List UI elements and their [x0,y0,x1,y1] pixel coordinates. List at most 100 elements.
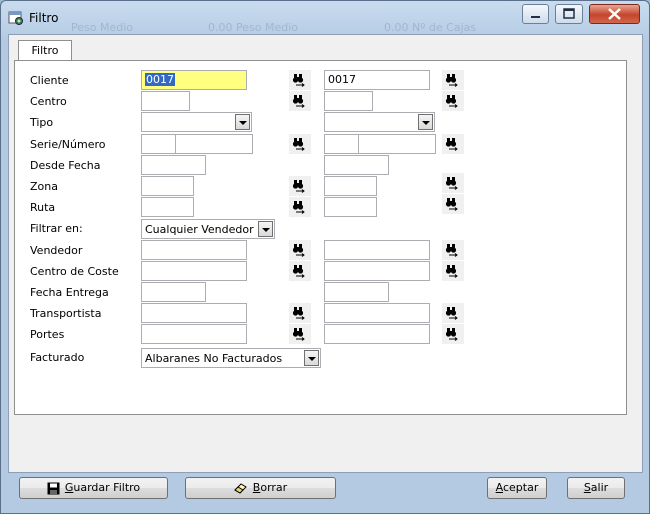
background-text: Peso Medio [71,21,133,34]
transportista-to-field[interactable] [324,303,430,323]
binoculars-icon [292,95,305,108]
close-button[interactable] [589,4,640,24]
cliente-to-field[interactable]: 0017 [324,70,430,90]
filtrar-en-select[interactable]: Cualquier Vendedor [141,219,275,239]
chevron-down-icon [418,114,433,130]
vendedor-to-field[interactable] [324,240,430,260]
title-bar[interactable]: Filtro Peso Medio 0.00 Peso Medio 0.00 N… [1,1,649,34]
search-button[interactable] [289,91,311,111]
chevron-down-icon [235,114,250,130]
search-button[interactable] [289,176,311,196]
search-button[interactable] [442,70,464,90]
search-button[interactable] [442,91,464,111]
centro-coste-from-field[interactable] [141,261,247,281]
ruta-to-field[interactable] [324,197,377,217]
search-button[interactable] [442,324,464,344]
dialog-body: Filtro Cliente Centro Tipo Serie/Número … [8,34,643,473]
portes-to-field[interactable] [324,324,430,344]
ruta-from-field[interactable] [141,197,194,217]
search-button[interactable] [442,134,464,154]
fecha-entrega-to-field[interactable] [324,282,389,302]
search-button[interactable] [442,173,464,193]
tipo-to-select[interactable] [324,112,435,132]
label-fecha-entrega: Fecha Entrega [30,286,109,299]
facturado-select[interactable]: Albaranes No Facturados [141,348,321,368]
close-icon [608,8,621,20]
chevron-down-icon [258,221,273,237]
binoculars-icon [292,244,305,257]
search-button[interactable] [289,197,311,217]
search-button[interactable] [442,240,464,260]
label-tipo: Tipo [30,116,54,129]
binoculars-icon [292,328,305,341]
portes-from-field[interactable] [141,324,247,344]
serie-to-field[interactable] [324,134,359,154]
maximize-icon [563,8,575,19]
search-button[interactable] [289,324,311,344]
binoculars-icon [445,177,458,190]
binoculars-icon [292,180,305,193]
tab-filtro[interactable]: Filtro [18,40,72,61]
label-filtrar-en: Filtrar en: [30,222,83,235]
minimize-icon [531,16,540,18]
label-portes: Portes [30,328,65,341]
label-vendedor: Vendedor [30,244,83,257]
chevron-down-icon [304,350,319,366]
centro-from-field[interactable] [141,91,190,111]
filter-panel: Cliente Centro Tipo Serie/Número Desde F… [14,60,627,415]
centro-coste-to-field[interactable] [324,261,430,281]
window-title: Filtro [29,11,59,25]
label-transportista: Transportista [30,307,102,320]
centro-to-field[interactable] [324,91,373,111]
search-button[interactable] [289,134,311,154]
serie-from-field[interactable] [141,134,176,154]
desde-fecha-to-field[interactable] [324,155,389,175]
background-text: 0.00 Peso Medio [208,21,298,34]
binoculars-icon [445,95,458,108]
zona-to-field[interactable] [324,176,377,196]
label-centro: Centro [30,95,67,108]
search-button[interactable] [289,240,311,260]
save-icon [47,482,60,494]
binoculars-icon [445,265,458,278]
desde-fecha-from-field[interactable] [141,155,206,175]
filter-window: Filtro Peso Medio 0.00 Peso Medio 0.00 N… [0,0,650,514]
binoculars-icon [445,328,458,341]
search-button[interactable] [289,303,311,323]
filter-window-icon [8,11,23,25]
transportista-from-field[interactable] [141,303,247,323]
numero-to-field[interactable] [358,134,436,154]
label-ruta: Ruta [30,201,56,214]
binoculars-icon [292,307,305,320]
label-facturado: Facturado [30,351,85,364]
background-text: 0.00 Nº de Cajas [384,21,477,34]
aceptar-button[interactable]: Aceptar [487,477,547,499]
borrar-button[interactable]: Borrar [185,477,336,499]
label-serie-numero: Serie/Número [30,138,106,151]
label-desde-fecha: Desde Fecha [30,159,101,172]
numero-from-field[interactable] [175,134,253,154]
binoculars-icon [292,74,305,87]
salir-button[interactable]: Salir [567,477,625,499]
label-cliente: Cliente [30,74,69,87]
cliente-from-field[interactable]: 0017 [141,70,247,90]
tipo-from-select[interactable] [141,112,252,132]
search-button[interactable] [289,70,311,90]
binoculars-icon [292,265,305,278]
guardar-filtro-button[interactable]: Guardar Filtro [19,477,168,499]
binoculars-icon [292,138,305,151]
label-centro-coste: Centro de Coste [30,265,119,278]
search-button[interactable] [442,303,464,323]
fecha-entrega-from-field[interactable] [141,282,206,302]
label-zona: Zona [30,180,58,193]
maximize-button[interactable] [555,4,583,24]
minimize-button[interactable] [522,4,549,24]
zona-from-field[interactable] [141,176,194,196]
binoculars-icon [445,307,458,320]
binoculars-icon [445,244,458,257]
binoculars-icon [445,74,458,87]
search-button[interactable] [442,261,464,281]
vendedor-from-field[interactable] [141,240,247,260]
search-button[interactable] [289,261,311,281]
search-button[interactable] [442,194,464,214]
